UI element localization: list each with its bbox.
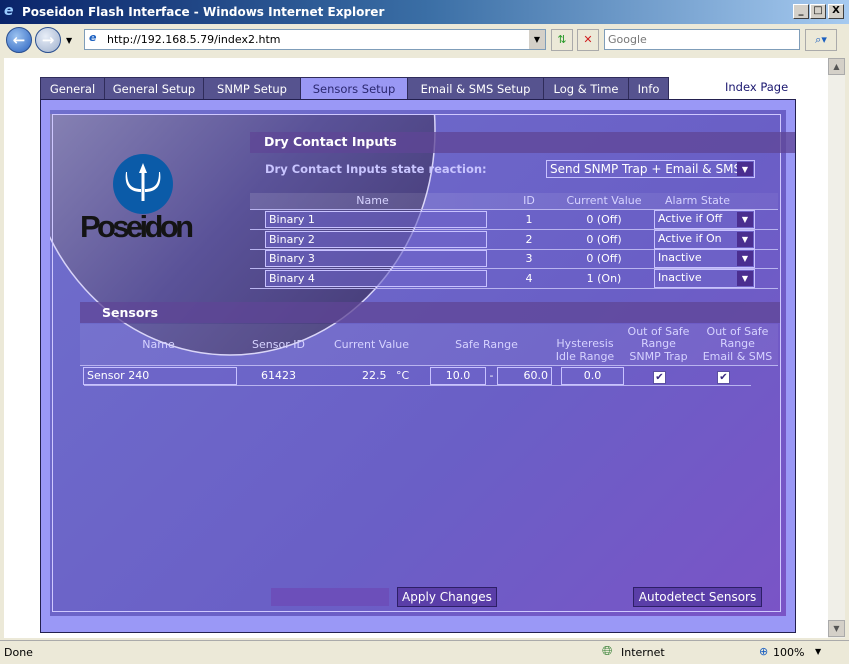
chevron-down-icon: ▼ <box>737 251 753 266</box>
alarm-state-select[interactable]: Inactive ▼ <box>654 268 755 288</box>
binary-name-input[interactable]: Binary 2 <box>265 230 487 248</box>
binary-name-input[interactable]: Binary 1 <box>265 211 487 228</box>
col-current-value: Current Value <box>333 338 410 351</box>
dry-contact-row: Binary 3 3 0 (Off) Inactive ▼ <box>250 249 778 268</box>
sensor-name-input[interactable]: Sensor 240 <box>83 367 237 385</box>
binary-id: 2 <box>525 232 533 246</box>
chevron-down-icon: ▼ <box>737 270 753 286</box>
col-sensor-id: Sensor ID <box>252 338 305 351</box>
email-sms-checkbox[interactable]: ✔ <box>717 371 730 384</box>
svg-text:Poseidon: Poseidon <box>80 209 194 243</box>
safe-range-max-input[interactable]: 60.0 <box>497 367 552 385</box>
binary-id: 1 <box>525 213 533 226</box>
col-email-2: Range <box>720 337 755 350</box>
dry-contact-row: Binary 4 4 1 (On) Inactive ▼ <box>250 268 778 288</box>
chevron-down-icon: ▼ <box>737 231 753 247</box>
zone-text: Internet <box>621 646 665 659</box>
status-bar: Done 🌐︎ Internet ⊕ 100% ▼ <box>0 640 849 664</box>
alarm-state-select[interactable]: Inactive ▼ <box>654 249 755 268</box>
zoom-icon: ⊕ <box>759 645 769 658</box>
binary-value: 0 (Off) <box>586 213 622 226</box>
binary-value: 1 (On) <box>586 271 622 285</box>
col-snmp-2: Range <box>641 337 676 350</box>
binary-name-input[interactable]: Binary 3 <box>265 250 487 267</box>
col-alarm-state: Alarm State <box>665 194 730 207</box>
hysteresis-input[interactable]: 0.0 <box>561 367 624 385</box>
col-snmp-3: SNMP Trap <box>629 350 688 363</box>
zoom-dropdown-icon[interactable]: ▼ <box>815 647 821 656</box>
binary-value: 0 (Off) <box>586 252 622 265</box>
col-name: Name <box>142 338 175 351</box>
col-hysteresis-2: Idle Range <box>555 350 615 363</box>
dry-contact-row: Binary 2 2 0 (Off) Active if On ▼ <box>250 229 778 249</box>
alarm-state-value: Inactive <box>658 251 702 264</box>
col-id: ID <box>523 194 535 207</box>
col-email-3: Email & SMS <box>702 350 773 363</box>
chevron-down-icon: ▼ <box>737 212 753 227</box>
alarm-state-select[interactable]: Active if Off ▼ <box>654 210 755 229</box>
alarm-state-select[interactable]: Active if On ▼ <box>654 229 755 249</box>
alarm-state-value: Active if On <box>658 231 722 245</box>
reaction-value: Send SNMP Trap + Email & SMS <box>550 162 742 176</box>
sensor-row: Sensor 240 61423 22.5 °C 10.0 - 60.0 0.0… <box>80 366 778 386</box>
zoom-level[interactable]: 100% <box>773 646 804 659</box>
reaction-select[interactable]: Send SNMP Trap + Email & SMS ▼ <box>546 160 755 178</box>
dry-contact-row: Binary 1 1 0 (Off) Active if Off ▼ <box>250 210 778 229</box>
binary-id: 4 <box>525 271 533 285</box>
sensor-unit: °C <box>396 369 410 382</box>
chevron-down-icon: ▼ <box>737 162 753 176</box>
poseidon-logo: Poseidon <box>80 153 255 244</box>
sensors-header: Sensors <box>80 302 780 323</box>
status-field <box>271 588 389 606</box>
alarm-state-value: Active if Off <box>658 212 723 225</box>
sensors-table-header: Name Sensor ID Current Value Safe Range … <box>80 324 778 365</box>
status-text: Done <box>4 646 33 659</box>
sensor-value: 22.5 <box>362 369 387 382</box>
apply-changes-button[interactable]: Apply Changes <box>397 587 497 607</box>
reaction-label: Dry Contact Inputs state reaction: <box>265 162 487 176</box>
dry-contact-header: Dry Contact Inputs <box>250 132 795 153</box>
sensor-id: 61423 <box>261 369 296 382</box>
col-current-value: Current Value <box>566 194 642 207</box>
globe-icon: 🌐︎ <box>602 644 613 659</box>
col-name: Name <box>356 194 389 207</box>
binary-name-input[interactable]: Binary 4 <box>265 269 487 287</box>
binary-id: 3 <box>525 252 533 265</box>
col-hysteresis: Hysteresis <box>556 337 614 350</box>
binary-value: 0 (Off) <box>586 232 622 246</box>
alarm-state-value: Inactive <box>658 270 702 284</box>
autodetect-sensors-button[interactable]: Autodetect Sensors <box>633 587 762 607</box>
safe-range-min-input[interactable]: 10.0 <box>430 367 486 385</box>
snmp-trap-checkbox[interactable]: ✔ <box>653 371 666 384</box>
dry-table-header: Name ID Current Value Alarm State <box>250 193 778 209</box>
range-separator: - <box>489 369 494 382</box>
col-safe-range: Safe Range <box>455 338 518 351</box>
